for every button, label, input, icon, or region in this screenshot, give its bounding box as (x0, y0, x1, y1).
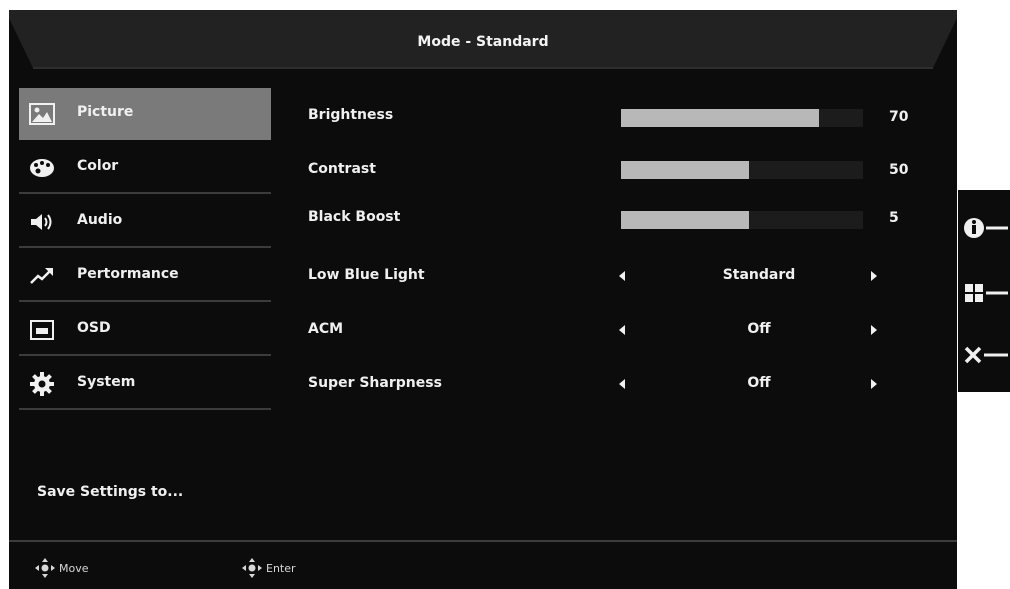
brightness-value: 70 (889, 109, 909, 125)
save-settings-button[interactable]: Save Settings to... (37, 484, 183, 500)
osd-menu: Mode - Standard Picture Color Audio Pert… (9, 10, 957, 589)
menu-icon[interactable] (962, 280, 1008, 308)
sidebar-item-osd[interactable]: OSD (19, 304, 271, 356)
low-blue-light-next-arrow[interactable] (871, 271, 877, 281)
info-icon[interactable] (962, 214, 1008, 242)
sidebar-item-color[interactable]: Color (19, 142, 271, 194)
low-blue-light-label: Low Blue Light (308, 267, 425, 283)
brightness-slider[interactable] (621, 109, 863, 127)
performance-icon (29, 263, 55, 289)
sidebar-item-performance[interactable]: Pertormance (19, 250, 271, 302)
slider-fill (621, 161, 750, 179)
close-icon[interactable] (962, 342, 1008, 370)
contrast-value: 50 (889, 162, 909, 178)
footer-enter-label: Enter (266, 562, 296, 575)
footer-divider (9, 540, 957, 542)
black-boost-label: Black Boost (308, 209, 401, 225)
acm-prev-arrow[interactable] (619, 325, 625, 335)
low-blue-light-value: Standard (722, 267, 796, 283)
sidebar-item-picture[interactable]: Picture (19, 88, 271, 140)
acm-label: ACM (308, 321, 344, 337)
osd-icon (29, 317, 55, 343)
slider-fill (621, 211, 750, 229)
speaker-icon (29, 209, 55, 235)
title-bar: Mode - Standard (9, 10, 957, 70)
joystick-move-icon (35, 558, 55, 578)
sidebar-item-label: System (77, 374, 136, 390)
contrast-slider[interactable] (621, 161, 863, 179)
slider-fill (621, 109, 820, 127)
brightness-label: Brightness (308, 107, 394, 123)
sidebar-item-label: Picture (77, 104, 134, 120)
acm-next-arrow[interactable] (871, 325, 877, 335)
super-sharpness-value: Off (747, 375, 771, 391)
sidebar-item-label: OSD (77, 320, 111, 336)
joystick-enter-icon (242, 558, 262, 578)
acm-value: Off (747, 321, 771, 337)
black-boost-value: 5 (889, 210, 899, 226)
sidebar-item-label: Audio (77, 212, 123, 228)
black-boost-slider[interactable] (621, 211, 863, 229)
sidebar-item-label: Color (77, 158, 119, 174)
low-blue-light-prev-arrow[interactable] (619, 271, 625, 281)
picture-icon (29, 101, 55, 127)
gear-icon (29, 371, 55, 397)
sidebar-item-label: Pertormance (77, 266, 179, 282)
super-sharpness-next-arrow[interactable] (871, 379, 877, 389)
sidebar-item-system[interactable]: System (19, 358, 271, 410)
hotkey-panel (958, 190, 1010, 392)
super-sharpness-prev-arrow[interactable] (619, 379, 625, 389)
palette-icon (29, 155, 55, 181)
page-title: Mode - Standard (417, 34, 549, 50)
super-sharpness-label: Super Sharpness (308, 375, 442, 391)
footer-move-label: Move (59, 562, 89, 575)
sidebar-item-audio[interactable]: Audio (19, 196, 271, 248)
contrast-label: Contrast (308, 161, 376, 177)
sidebar: Picture Color Audio Pertormance OSD Syst… (19, 88, 271, 412)
